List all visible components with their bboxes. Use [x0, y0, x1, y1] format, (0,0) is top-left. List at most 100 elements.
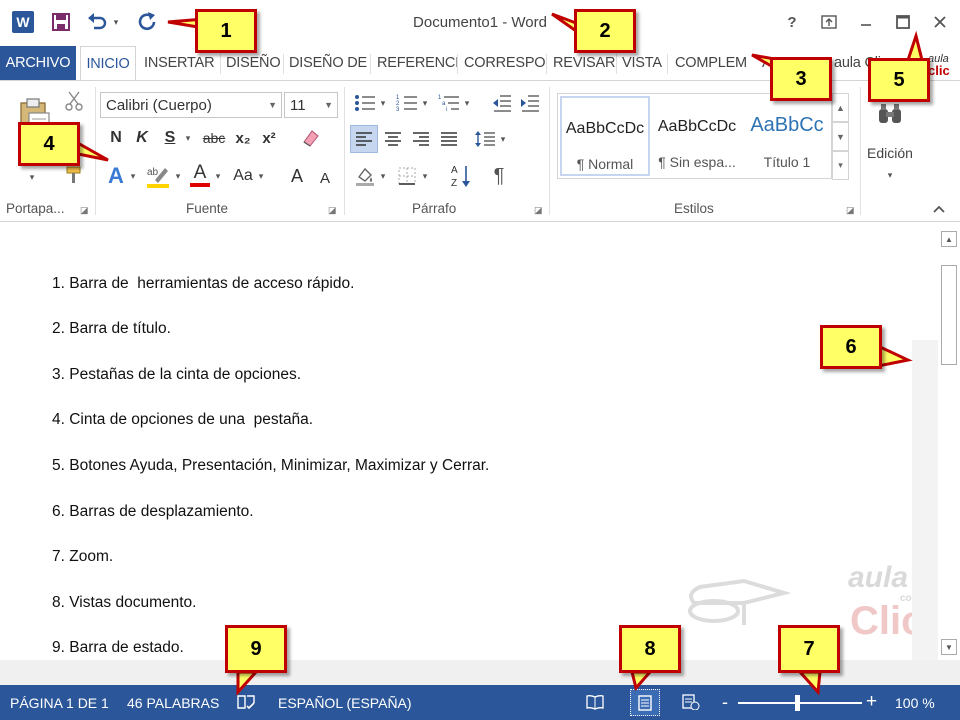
- page-count[interactable]: PÁGINA 1 DE 1: [10, 695, 109, 711]
- group-separator: [860, 87, 861, 215]
- zoom-in-button[interactable]: +: [866, 691, 877, 713]
- change-case-button[interactable]: Aa: [230, 163, 256, 189]
- underline-button[interactable]: S: [160, 127, 180, 149]
- justify-button[interactable]: [436, 125, 462, 153]
- tab-referencias[interactable]: REFERENCI: [377, 46, 459, 80]
- web-layout-icon[interactable]: [681, 693, 701, 711]
- close-button[interactable]: [926, 10, 954, 34]
- edicion-dropdown-icon[interactable]: ▾: [884, 167, 896, 183]
- ribbon-display-options-button[interactable]: [815, 10, 843, 34]
- estilos-launcher-icon[interactable]: ◪: [846, 205, 855, 216]
- borders-icon[interactable]: [394, 163, 420, 189]
- superscript-button[interactable]: x²: [258, 127, 280, 149]
- font-color-dropdown-icon[interactable]: ▾: [213, 167, 223, 185]
- tab-complementos[interactable]: COMPLEM: [675, 46, 747, 80]
- line-spacing-icon[interactable]: [472, 125, 498, 153]
- shading-dropdown-icon[interactable]: ▾: [378, 167, 388, 185]
- style-sin-espaciado[interactable]: AaBbCcDc ¶ Sin espa...: [652, 96, 742, 176]
- font-color-button[interactable]: A: [188, 161, 212, 189]
- bullets-icon[interactable]: [352, 91, 378, 115]
- bullets-dropdown-icon[interactable]: ▾: [378, 95, 388, 111]
- cut-icon[interactable]: [62, 89, 86, 113]
- tab-archivo[interactable]: ARCHIVO: [0, 46, 76, 80]
- chevron-down-icon[interactable]: ▼: [268, 100, 277, 110]
- font-size-value: 11: [290, 96, 306, 114]
- maximize-button[interactable]: [889, 10, 917, 34]
- multilevel-dropdown-icon[interactable]: ▾: [462, 95, 472, 111]
- numbering-icon[interactable]: 123: [394, 91, 420, 115]
- portapapeles-launcher-icon[interactable]: ◪: [80, 205, 89, 216]
- read-mode-icon[interactable]: [585, 693, 605, 711]
- sort-icon[interactable]: AZ: [448, 161, 474, 191]
- style-name: ¶ Sin espa...: [658, 154, 736, 170]
- shrink-font-button[interactable]: A: [314, 165, 336, 191]
- text-effects-dropdown-icon[interactable]: ▾: [128, 167, 138, 185]
- group-separator: [95, 87, 96, 215]
- borders-dropdown-icon[interactable]: ▾: [420, 167, 430, 185]
- parrafo-launcher-icon[interactable]: ◪: [534, 205, 543, 216]
- font-size-combo[interactable]: 11 ▼: [284, 92, 338, 118]
- style-normal[interactable]: AaBbCcDc ¶ Normal: [560, 96, 650, 176]
- paste-dropdown-icon[interactable]: ▾: [26, 171, 38, 183]
- styles-scroll-up-icon[interactable]: ▲: [832, 93, 849, 122]
- line-spacing-dropdown-icon[interactable]: ▾: [498, 131, 508, 147]
- font-name-combo[interactable]: Calibri (Cuerpo) ▼: [100, 92, 282, 118]
- grow-font-button[interactable]: A: [286, 163, 308, 189]
- clear-formatting-icon[interactable]: [298, 127, 322, 149]
- subscript-button[interactable]: x₂: [232, 127, 254, 149]
- zoom-slider-thumb[interactable]: [795, 695, 800, 711]
- shading-icon[interactable]: [352, 163, 378, 189]
- watermark-top-text: aula: [848, 561, 909, 594]
- change-case-dropdown-icon[interactable]: ▾: [256, 167, 266, 185]
- zoom-out-button[interactable]: -: [722, 692, 728, 713]
- decrease-indent-icon[interactable]: [490, 91, 514, 115]
- document-area[interactable]: 1. Barra de herramientas de acceso rápid…: [0, 223, 923, 660]
- svg-text:3: 3: [396, 107, 400, 112]
- highlight-dropdown-icon[interactable]: ▾: [173, 167, 183, 185]
- help-button[interactable]: ?: [778, 10, 806, 34]
- scroll-up-icon[interactable]: ▲: [941, 231, 957, 247]
- styles-scroll-down-icon[interactable]: ▼: [832, 122, 849, 151]
- increase-indent-icon[interactable]: [518, 91, 542, 115]
- print-layout-icon[interactable]: [630, 689, 660, 716]
- fuente-launcher-icon[interactable]: ◪: [328, 205, 337, 216]
- group-label-portapapeles: Portapa...: [6, 201, 65, 216]
- text-effects-button[interactable]: A: [104, 163, 128, 189]
- vertical-scrollbar[interactable]: ▲ ▼: [938, 223, 960, 660]
- collapse-ribbon-icon[interactable]: [930, 201, 948, 217]
- italic-button[interactable]: K: [132, 127, 152, 149]
- underline-dropdown-icon[interactable]: ▾: [182, 127, 194, 149]
- tab-diseno-de[interactable]: DISEÑO DE: [289, 46, 367, 80]
- find-binoculars-icon[interactable]: [868, 99, 912, 129]
- scroll-thumb[interactable]: [941, 265, 957, 365]
- tab-inicio[interactable]: INICIO: [80, 46, 136, 81]
- edicion-button[interactable]: Edición: [862, 143, 918, 163]
- styles-more-icon[interactable]: ▾: [832, 151, 849, 180]
- bold-button[interactable]: N: [106, 127, 126, 149]
- tab-separator: [667, 54, 668, 74]
- align-center-button[interactable]: [380, 125, 406, 153]
- format-painter-icon[interactable]: [62, 163, 86, 187]
- word-count[interactable]: 46 PALABRAS: [127, 695, 219, 711]
- show-marks-button[interactable]: ¶: [488, 163, 510, 189]
- multilevel-list-icon[interactable]: 1ai: [436, 91, 462, 115]
- minimize-button[interactable]: [852, 10, 880, 34]
- proofing-icon[interactable]: [236, 693, 256, 711]
- zoom-level[interactable]: 100 %: [895, 695, 935, 711]
- callout-5: 5: [868, 58, 930, 102]
- scroll-down-icon[interactable]: ▼: [941, 639, 957, 655]
- numbering-dropdown-icon[interactable]: ▾: [420, 95, 430, 111]
- align-right-button[interactable]: [408, 125, 434, 153]
- style-titulo-1[interactable]: AaBbCc Título 1: [742, 96, 832, 176]
- align-left-button[interactable]: [350, 125, 378, 153]
- callout-8: 8: [619, 625, 681, 673]
- language-indicator[interactable]: ESPAÑOL (ESPAÑA): [278, 695, 412, 711]
- style-name: ¶ Normal: [576, 156, 634, 172]
- tab-correspondencia[interactable]: CORRESPO: [464, 46, 546, 80]
- tab-separator: [220, 54, 221, 74]
- highlight-color-icon[interactable]: ab: [144, 163, 172, 189]
- zoom-slider-track[interactable]: [738, 702, 862, 704]
- strikethrough-button[interactable]: abc: [200, 127, 228, 149]
- chevron-down-icon[interactable]: ▼: [324, 100, 333, 110]
- callout-3: 3: [770, 57, 832, 101]
